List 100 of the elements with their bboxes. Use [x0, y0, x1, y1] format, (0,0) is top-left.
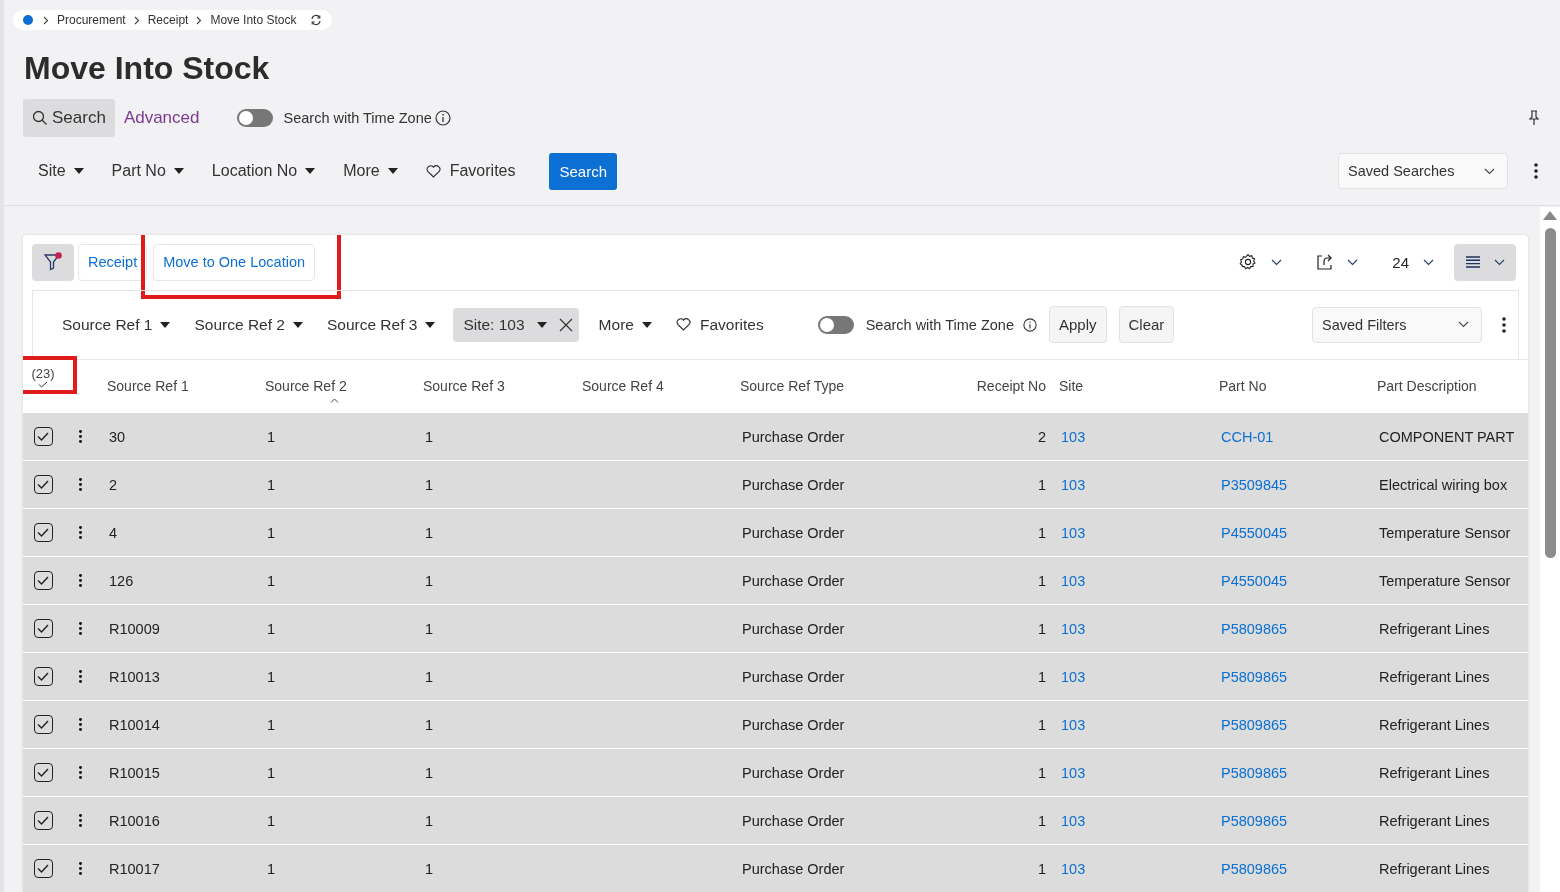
- column-header[interactable]: Source Ref 1: [107, 378, 189, 394]
- row-checkbox[interactable]: [33, 427, 53, 446]
- row-menu-icon[interactable]: [78, 478, 82, 491]
- breadcrumb-link[interactable]: Move Into Stock: [210, 13, 297, 27]
- cell-link[interactable]: 103: [1061, 764, 1086, 781]
- favorites-button[interactable]: Favorites: [669, 308, 770, 341]
- column-header[interactable]: Source Ref 3: [423, 378, 505, 394]
- table-row[interactable]: 2 1 1 Purchase Order 1 103 P3509845 Electrical wiring box: [23, 460, 1528, 508]
- table-row[interactable]: R10017 1 1 Purchase Order 1 103 P5809865 Refrigerant Lines: [23, 844, 1528, 892]
- action-button[interactable]: Receipt: [78, 243, 148, 281]
- row-checkbox[interactable]: [33, 811, 53, 830]
- row-menu-icon[interactable]: [78, 670, 82, 683]
- saved-filters-dropdown[interactable]: Saved Filters: [1312, 306, 1482, 343]
- row-menu-icon[interactable]: [78, 718, 82, 731]
- breadcrumb-link[interactable]: Receipt: [147, 13, 189, 27]
- more-options-icon[interactable]: [1534, 162, 1538, 180]
- filter-dropdown[interactable]: More: [592, 308, 658, 341]
- check-icon[interactable]: [38, 381, 48, 388]
- search-button[interactable]: Search: [549, 152, 617, 190]
- filter-dropdown[interactable]: Source Ref 1: [56, 308, 177, 341]
- column-header[interactable]: Part No: [1219, 378, 1267, 394]
- cell-link[interactable]: P5809865: [1221, 620, 1288, 637]
- cell-link[interactable]: 103: [1061, 716, 1086, 733]
- saved-searches-dropdown[interactable]: Saved Searches: [1338, 153, 1508, 189]
- breadcrumb-link[interactable]: Procurement: [57, 13, 126, 27]
- table-row[interactable]: 4 1 1 Purchase Order 1 103 P4550045 Temperature Sensor: [23, 508, 1528, 556]
- filter-dropdown[interactable]: Source Ref 2: [188, 308, 309, 341]
- filter-value[interactable]: Site: 103: [463, 315, 525, 334]
- search-mode-tab[interactable]: Search: [23, 99, 115, 137]
- row-checkbox[interactable]: [33, 667, 53, 686]
- row-menu-icon[interactable]: [78, 430, 82, 443]
- applied-filter-chip[interactable]: Site: 103: [453, 307, 579, 342]
- clear-button[interactable]: Clear: [1118, 306, 1175, 344]
- row-menu-icon[interactable]: [78, 622, 82, 635]
- close-icon[interactable]: [558, 317, 573, 332]
- cell-link[interactable]: 103: [1061, 812, 1086, 829]
- cell-link[interactable]: 103: [1061, 860, 1086, 877]
- column-header[interactable]: Receipt No: [976, 378, 1046, 394]
- cell-link[interactable]: 103: [1061, 524, 1086, 541]
- filter-dropdown[interactable]: Location No: [205, 155, 322, 187]
- row-menu-icon[interactable]: [78, 526, 82, 539]
- apply-button[interactable]: Apply: [1048, 306, 1107, 344]
- cell-link[interactable]: P5809865: [1221, 764, 1288, 781]
- page-size-dropdown[interactable]: 24: [1382, 243, 1444, 281]
- row-menu-icon[interactable]: [78, 574, 82, 587]
- row-checkbox[interactable]: [33, 859, 53, 878]
- filter-dropdown[interactable]: Site: [32, 155, 90, 187]
- table-row[interactable]: 126 1 1 Purchase Order 1 103 P4550045 Temperature Sensor: [23, 556, 1528, 604]
- info-icon[interactable]: [1022, 317, 1037, 332]
- cell-link[interactable]: P5809865: [1221, 668, 1288, 685]
- table-row[interactable]: R10009 1 1 Purchase Order 1 103 P5809865 Refrigerant Lines: [23, 604, 1528, 652]
- cell-link[interactable]: 103: [1061, 668, 1086, 685]
- toggle-switch[interactable]: [817, 315, 854, 334]
- column-header[interactable]: Site: [1059, 378, 1084, 394]
- row-checkbox[interactable]: [33, 523, 53, 542]
- table-cell: Purchase Order: [742, 860, 845, 877]
- column-header[interactable]: Part Description: [1377, 378, 1477, 394]
- row-checkbox[interactable]: [33, 763, 53, 782]
- toggle-switch[interactable]: [236, 109, 273, 127]
- cell-link[interactable]: 103: [1061, 428, 1086, 445]
- row-menu-icon[interactable]: [78, 766, 82, 779]
- filter-dropdown[interactable]: Part No: [105, 155, 190, 187]
- filter-toggle-button[interactable]: [32, 243, 74, 281]
- table-row[interactable]: 30 1 1 Purchase Order 2 103 CCH-01 COMPONENT PART: [23, 412, 1528, 460]
- column-header[interactable]: Source Ref 4: [582, 378, 664, 394]
- cell-link[interactable]: P4550045: [1221, 572, 1288, 589]
- cell-link[interactable]: 103: [1061, 572, 1086, 589]
- cell-link[interactable]: P3509845: [1221, 476, 1288, 493]
- row-menu-icon[interactable]: [78, 814, 82, 827]
- filter-dropdown[interactable]: More: [337, 155, 404, 187]
- row-menu-icon[interactable]: [78, 862, 82, 875]
- more-options-icon[interactable]: [1502, 315, 1506, 334]
- column-header[interactable]: Source Ref 2: [265, 378, 347, 394]
- home-icon[interactable]: [23, 15, 33, 25]
- scrollbar[interactable]: [1540, 207, 1560, 892]
- table-row[interactable]: R10014 1 1 Purchase Order 1 103 P5809865 Refrigerant Lines: [23, 700, 1528, 748]
- info-icon[interactable]: [434, 110, 451, 126]
- refresh-icon[interactable]: [310, 14, 323, 26]
- cell-link[interactable]: 103: [1061, 476, 1086, 493]
- column-header[interactable]: Source Ref Type: [740, 378, 845, 394]
- table-row[interactable]: R10013 1 1 Purchase Order 1 103 P5809865 Refrigerant Lines: [23, 652, 1528, 700]
- selection-count[interactable]: (23): [31, 366, 55, 381]
- table-row[interactable]: R10015 1 1 Purchase Order 1 103 P5809865 Refrigerant Lines: [23, 748, 1528, 796]
- cell-link[interactable]: CCH-01: [1221, 428, 1274, 445]
- cell-link[interactable]: P4550045: [1221, 524, 1288, 541]
- table-row[interactable]: R10016 1 1 Purchase Order 1 103 P5809865 Refrigerant Lines: [23, 796, 1528, 844]
- cell-link[interactable]: 103: [1061, 620, 1086, 637]
- row-checkbox[interactable]: [33, 619, 53, 638]
- action-button[interactable]: Move to One Location: [153, 243, 316, 281]
- favorites-button[interactable]: Favorites: [419, 155, 522, 187]
- cell-link[interactable]: P5809865: [1221, 860, 1288, 877]
- pin-icon[interactable]: [1528, 110, 1540, 126]
- row-checkbox[interactable]: [33, 475, 53, 494]
- cell-link[interactable]: P5809865: [1221, 716, 1288, 733]
- row-checkbox[interactable]: [33, 571, 53, 590]
- row-checkbox[interactable]: [33, 715, 53, 734]
- view-mode-button[interactable]: [1454, 243, 1516, 281]
- cell-link[interactable]: P5809865: [1221, 812, 1288, 829]
- filter-dropdown[interactable]: Source Ref 3: [320, 308, 442, 341]
- search-mode-tab[interactable]: Advanced: [114, 99, 209, 137]
